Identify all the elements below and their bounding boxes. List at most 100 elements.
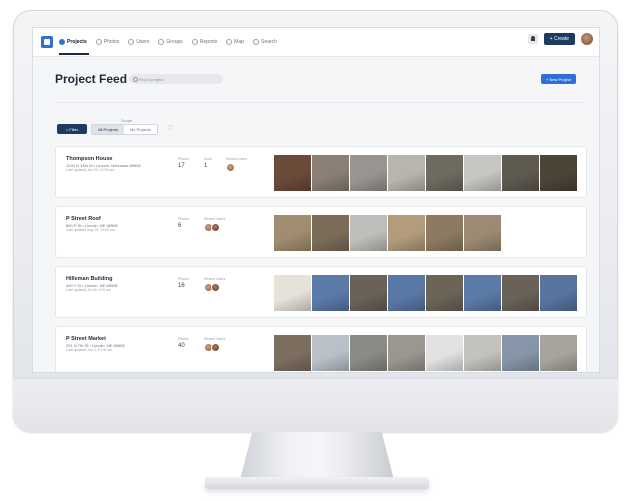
nav-tab-search[interactable]: Search xyxy=(253,36,277,48)
active-tab-indicator xyxy=(59,53,89,55)
photo-thumbnail[interactable] xyxy=(464,155,501,191)
avatar[interactable] xyxy=(211,223,220,232)
photos-label: Photos xyxy=(178,337,189,341)
recent-users xyxy=(226,163,247,172)
recent-users-label: Recent Users xyxy=(204,277,226,281)
photo-thumbnail[interactable] xyxy=(312,335,349,371)
photo-thumbnail[interactable] xyxy=(464,335,501,371)
photo-thumbnail[interactable] xyxy=(274,275,311,311)
photo-thumbnail[interactable] xyxy=(464,275,501,311)
photo-thumbnail[interactable] xyxy=(350,155,387,191)
photo-thumbnail[interactable] xyxy=(502,335,539,371)
page-title: Project Feed xyxy=(55,72,128,86)
docs-stat: Docs 1 xyxy=(204,157,212,169)
project-updated: Last updated Jun 3, 10:00 am xyxy=(66,348,113,352)
all-projects-toggle[interactable]: All Projects xyxy=(92,125,125,134)
photo-thumbnail[interactable] xyxy=(388,335,425,371)
photo-thumbnail[interactable] xyxy=(540,155,577,191)
photo-thumbnail[interactable] xyxy=(274,215,311,251)
photo-thumbnail[interactable] xyxy=(388,275,425,311)
my-projects-toggle[interactable]: My Projects xyxy=(124,125,157,134)
photo-thumbnail[interactable] xyxy=(502,155,539,191)
photos-stat: Photos 6 xyxy=(178,217,189,229)
favorites-icon[interactable]: ♡ xyxy=(167,125,173,133)
project-name[interactable]: Hillsman Building xyxy=(66,276,112,282)
top-nav: Projects Photos Users Groups Reports Map Searc… xyxy=(33,28,599,57)
scope-toggle: All Projects My Projects xyxy=(91,124,158,135)
nav-tab-reports[interactable]: Reports xyxy=(191,36,217,48)
photo-thumbnail[interactable] xyxy=(464,215,501,251)
project-updated: Last updated Aug 20, 10:00 am xyxy=(66,228,115,232)
avatar[interactable] xyxy=(211,283,220,292)
photo-thumbnail[interactable] xyxy=(426,335,463,371)
photo-strip xyxy=(274,275,577,311)
photo-thumbnail[interactable] xyxy=(426,215,463,251)
nav-tab-label: Map xyxy=(234,39,245,45)
app-logo[interactable] xyxy=(41,36,53,48)
create-button[interactable]: + Create xyxy=(543,33,575,45)
recent-users-label: Recent Users xyxy=(204,337,226,341)
recent-users-stat: Recent Users xyxy=(204,337,225,352)
photo-thumbnail[interactable] xyxy=(388,155,425,191)
photo-thumbnail[interactable] xyxy=(274,155,311,191)
new-project-button[interactable]: + New Project xyxy=(541,74,577,84)
nav-tab-icon xyxy=(128,39,135,45)
monitor-stand xyxy=(240,432,394,480)
nav-right: + Create xyxy=(527,33,593,45)
notification-icon[interactable] xyxy=(527,34,538,44)
recent-users-label: Recent Users xyxy=(226,157,248,161)
photo-thumbnail[interactable] xyxy=(350,215,387,251)
photos-stat: Photos 17 xyxy=(178,157,189,169)
photo-thumbnail[interactable] xyxy=(540,275,577,311)
nav-tab-photos[interactable]: Photos xyxy=(95,36,119,48)
photo-thumbnail[interactable] xyxy=(350,275,387,311)
nav-tab-icon xyxy=(95,39,102,45)
screen: Projects Photos Users Groups Reports Map Searc… xyxy=(33,28,599,372)
monitor-base xyxy=(205,477,429,489)
nav-tab-groups[interactable]: Groups xyxy=(158,36,183,48)
project-name[interactable]: P Street Market xyxy=(66,336,106,342)
project-card[interactable]: Hillsman Building 400 Y St • Lincoln, NE … xyxy=(55,266,587,318)
avatar[interactable] xyxy=(211,343,220,352)
project-updated: Last updated Jul 18, 9:00 am xyxy=(66,288,112,292)
filter-button[interactable]: = Filter xyxy=(57,124,87,134)
nav-tab-label: Users xyxy=(136,39,150,45)
photo-strip xyxy=(274,335,577,371)
project-card[interactable]: P Street Roof 800 P St • Lincoln, NE 6850… xyxy=(55,206,587,258)
photo-thumbnail[interactable] xyxy=(312,155,349,191)
photo-thumbnail[interactable] xyxy=(540,335,577,371)
project-name[interactable]: P Street Roof xyxy=(66,216,101,222)
photo-thumbnail[interactable] xyxy=(274,335,311,371)
project-card[interactable]: Thompson House 1234 N 14th St • Lincoln, … xyxy=(55,146,587,198)
photo-thumbnail[interactable] xyxy=(388,215,425,251)
photos-label: Photos xyxy=(178,277,189,281)
photo-thumbnail[interactable] xyxy=(312,275,349,311)
nav-tab-icon xyxy=(253,39,260,45)
nav-tab-projects[interactable]: Projects xyxy=(59,36,87,48)
project-card[interactable]: P Street Market 201 N 7th St • Lincoln, N… xyxy=(55,326,587,372)
recent-users-stat: Recent Users xyxy=(204,217,225,232)
nav-tab-users[interactable]: Users xyxy=(128,36,149,48)
photo-thumbnail[interactable] xyxy=(350,335,387,371)
recent-users xyxy=(204,223,225,232)
photo-thumbnail[interactable] xyxy=(426,275,463,311)
scope-label: Scope xyxy=(121,118,133,123)
docs-count: 1 xyxy=(204,163,208,169)
photo-strip xyxy=(274,155,577,191)
recent-users-stat: Recent Users xyxy=(226,157,247,172)
divider xyxy=(55,102,585,103)
avatar[interactable] xyxy=(226,163,235,172)
user-avatar[interactable] xyxy=(581,33,593,45)
photos-label: Photos xyxy=(178,217,189,221)
photo-thumbnail[interactable] xyxy=(502,275,539,311)
nav-tab-label: Search xyxy=(261,39,277,45)
photo-thumbnail[interactable] xyxy=(426,155,463,191)
nav-items: Projects Photos Users Groups Reports Map Searc… xyxy=(59,36,277,48)
docs-label: Docs xyxy=(204,157,212,161)
monitor-chin xyxy=(13,378,618,433)
photo-thumbnail[interactable] xyxy=(312,215,349,251)
nav-tab-map[interactable]: Map xyxy=(226,36,244,48)
photos-count: 16 xyxy=(178,283,185,289)
project-search-input[interactable]: Find a project xyxy=(129,74,223,84)
project-name[interactable]: Thompson House xyxy=(66,156,112,162)
